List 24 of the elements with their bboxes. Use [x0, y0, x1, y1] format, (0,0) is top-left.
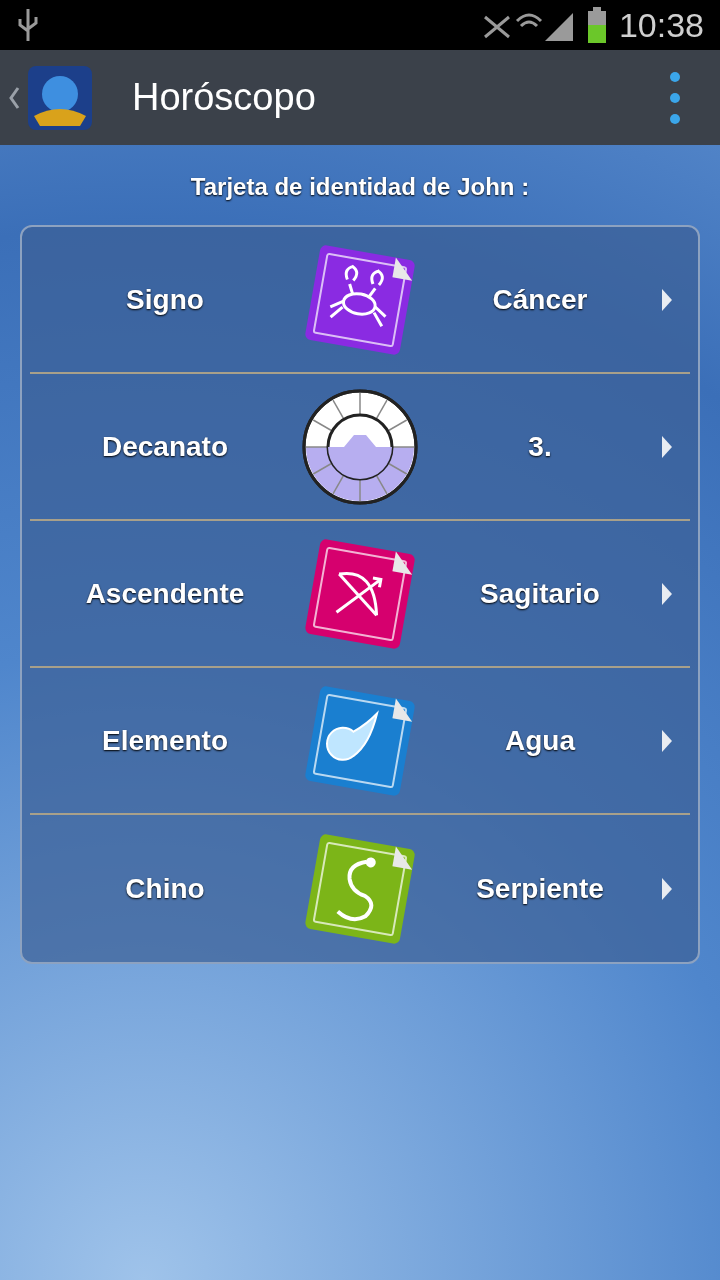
identity-row[interactable]: Elemento Agua	[30, 668, 690, 815]
usb-icon	[16, 7, 40, 43]
card-heading: Tarjeta de identidad de John :	[190, 172, 530, 202]
app-logo-icon	[28, 65, 92, 130]
row-value: Sagitario	[479, 576, 601, 611]
row-label: Ascendente	[84, 576, 246, 611]
row-label: Signo	[125, 282, 205, 317]
status-time: 10:38	[618, 4, 704, 46]
row-value: Agua	[504, 723, 577, 758]
identity-row[interactable]: Ascendente Sagitario	[30, 521, 690, 668]
row-label: Elemento	[101, 723, 229, 758]
row-label: Chino	[124, 871, 206, 906]
back-button[interactable]	[8, 65, 92, 130]
identity-row[interactable]: Decanato 3.	[30, 374, 690, 521]
row-value: Cáncer	[491, 282, 589, 317]
row-value: Serpiente	[475, 871, 605, 906]
app-title: Horóscopo	[132, 75, 316, 120]
chevron-left-icon	[8, 85, 20, 110]
row-value: 3.	[527, 429, 553, 464]
identity-row[interactable]: Chino Serpiente	[30, 815, 690, 962]
menu-button[interactable]	[670, 71, 680, 124]
row-label: Decanato	[100, 429, 229, 464]
battery-icon	[586, 7, 607, 43]
identity-row[interactable]: Signo Cáncer	[30, 227, 690, 374]
